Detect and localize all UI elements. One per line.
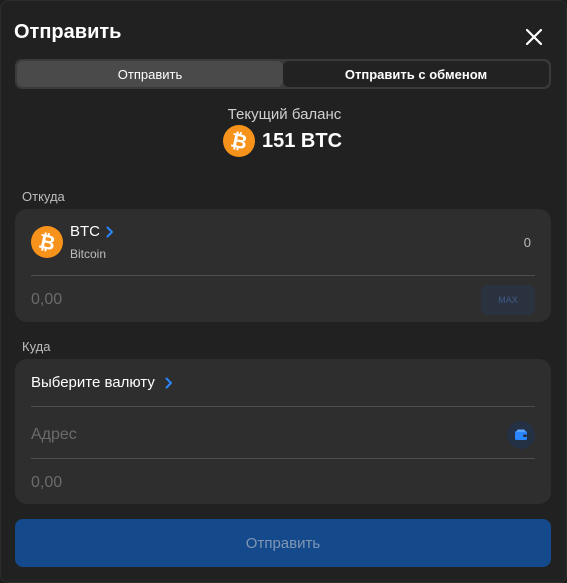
dialog-title: Отправить (14, 21, 122, 43)
divider (31, 275, 535, 276)
bitcoin-icon: ₿ (31, 226, 63, 258)
balance-row: ₿ 151 BTC (223, 125, 342, 157)
max-button[interactable]: MAX (481, 285, 535, 315)
chevron-right-icon (106, 226, 113, 237)
select-currency-button[interactable]: Выберите валюту (31, 374, 173, 391)
from-currency-selector[interactable]: BTC (70, 223, 114, 240)
divider (31, 458, 535, 459)
close-icon (525, 28, 543, 46)
to-amount-input[interactable] (31, 471, 471, 495)
balance-value: 151 BTC (262, 129, 343, 152)
svg-text:₿: ₿ (229, 130, 250, 155)
close-button[interactable] (522, 25, 546, 49)
from-currency-symbol: BTC (70, 223, 100, 240)
tab-send-with-exchange[interactable]: Отправить с обменом (283, 61, 549, 87)
select-currency-label: Выберите валюту (31, 374, 155, 391)
send-dialog: Отправить Отправить Отправить с обменом … (0, 0, 567, 583)
balance-label: Текущий баланс (227, 106, 342, 123)
bitcoin-icon: ₿ (223, 125, 255, 157)
divider (31, 406, 535, 407)
submit-send-button[interactable]: Отправить (15, 519, 551, 567)
from-currency-name: Bitcoin (70, 247, 107, 261)
from-card: ₿ BTC Bitcoin 0 MAX (15, 209, 551, 322)
from-amount-input[interactable] (31, 288, 451, 312)
address-input[interactable] (31, 423, 471, 447)
tab-send[interactable]: Отправить (17, 61, 283, 87)
to-section-label: Куда (22, 339, 51, 354)
from-available-balance: 0 (523, 235, 531, 250)
svg-text:₿: ₿ (37, 231, 58, 256)
wallet-icon (515, 429, 527, 440)
chevron-right-icon (165, 377, 172, 388)
send-mode-tabs: Отправить Отправить с обменом (15, 59, 551, 89)
from-section-label: Откуда (22, 189, 65, 204)
address-book-button[interactable] (507, 421, 535, 449)
to-card: Выберите валюту (15, 359, 551, 504)
